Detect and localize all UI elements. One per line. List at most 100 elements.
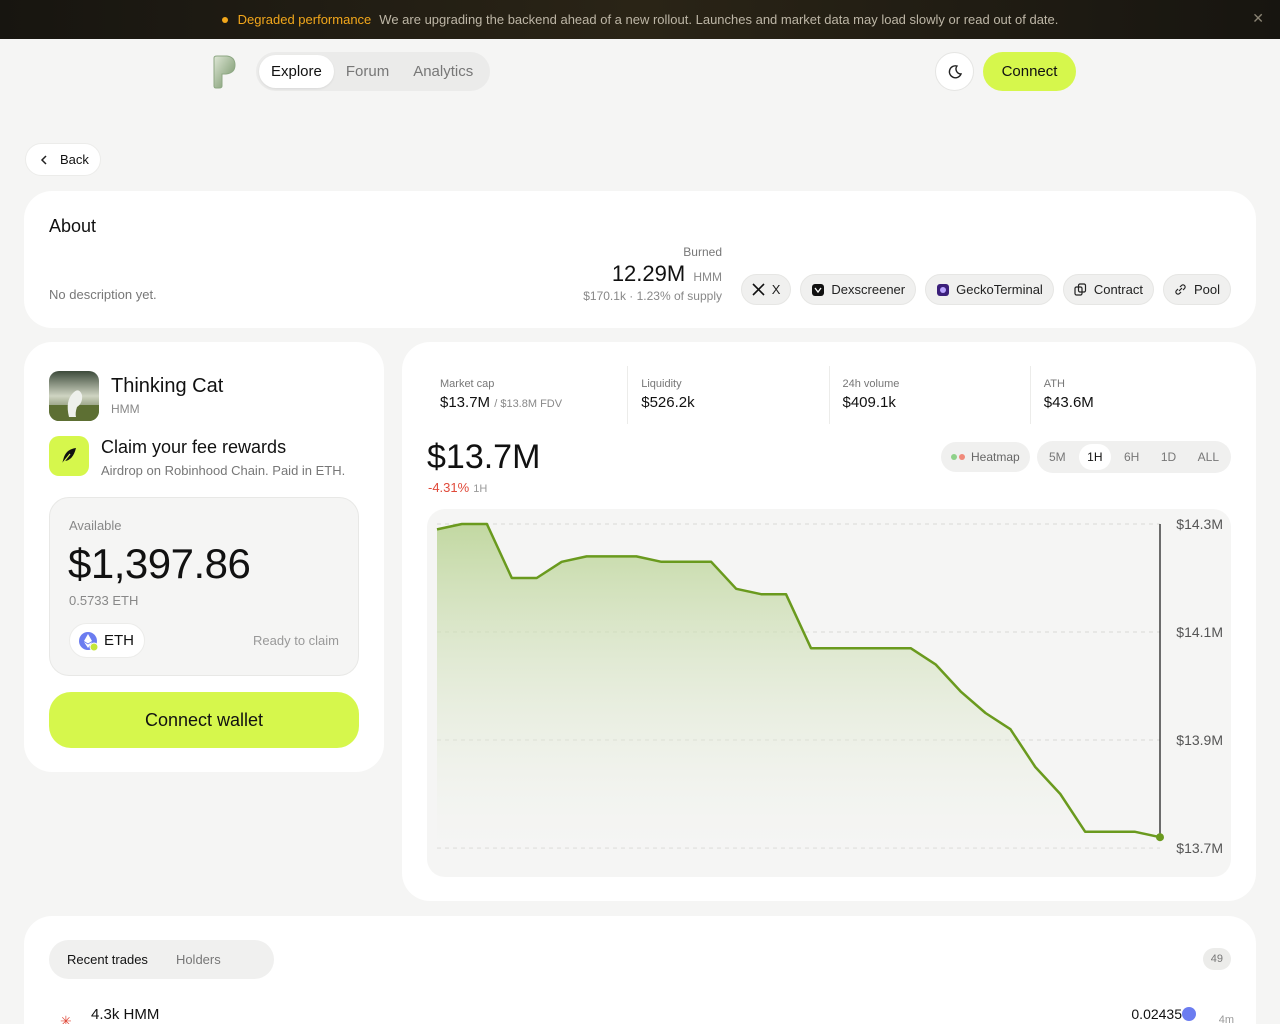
close-icon[interactable]: ✕ [1252,10,1264,27]
heatmap-label: Heatmap [971,450,1020,464]
stat-liquidity: Liquidity $526.2k [628,366,830,424]
burned-label: Burned [683,245,722,259]
x-link-label: X [771,282,781,297]
last-price-point [1156,833,1164,842]
pool-label: Pool [1193,282,1220,297]
contract-label: Contract [1093,282,1143,297]
burned-usd: $170.1k [583,289,626,303]
geckoterminal-label: GeckoTerminal [956,282,1043,297]
range-1d[interactable]: 1D [1153,444,1184,470]
stat-value: $526.2k [641,394,695,411]
geckoterminal-link[interactable]: GeckoTerminal [925,274,1054,305]
dexscreener-label: Dexscreener [831,282,906,297]
trade-time: 4m [1218,1014,1234,1024]
x-icon [752,283,766,297]
claim-title: Claim your fee rewards [101,437,287,457]
ready-status: Ready to claim [253,633,339,648]
link-chips: X Dexscreener GeckoTerminal Contract Poo… [740,274,1231,305]
price-change-value: -4.31% [428,480,470,495]
range-5m[interactable]: 5M [1041,444,1074,470]
token-card: Thinking Cat HMM Claim your fee rewards … [24,342,384,772]
asset-pill: ETH [69,623,145,658]
stat-market-cap: Market cap $13.7M / $13.8M FDV [427,366,629,424]
burned-stat: Burned 12.29M HMM $170.1k · 1.23% of sup… [583,245,722,303]
range-6h[interactable]: 6H [1116,444,1147,470]
stat-label: 24h volume [842,378,900,390]
stat-value: $13.7M [440,394,491,411]
stat-label: Liquidity [641,378,682,390]
fdv-value: / $13.8M FDV [494,398,563,410]
sell-icon: ✳ [60,1013,72,1024]
dexscreener-link[interactable]: Dexscreener [800,274,917,305]
tab-forum[interactable]: Forum [334,55,401,88]
theme-toggle-button[interactable] [935,52,974,91]
warning-dot-icon [221,16,228,23]
status-banner: Degraded performance We are upgrading th… [0,0,1280,39]
contract-link[interactable]: Contract [1062,274,1154,305]
y-tick-label: $13.7M [1176,840,1223,856]
tab-analytics[interactable]: Analytics [401,55,485,88]
main-nav: Explore Forum Analytics [256,52,490,91]
back-button[interactable]: Back [25,143,101,176]
heatmap-dot-green-icon [951,454,957,460]
pool-link[interactable]: Pool [1162,274,1231,305]
back-label: Back [60,152,89,167]
token-symbol: HMM [111,402,140,416]
current-price: $13.7M [427,438,541,476]
geckoterminal-icon [936,283,950,297]
trade-amount: 4.3k HMM [91,1006,160,1023]
burned-value: 12.29M [611,261,686,286]
price-chart[interactable]: $14.3M $14.1M $13.9M $13.7M [427,509,1231,877]
available-panel: Available $1,397.86 0.5733 ETH ETH Ready… [49,497,359,676]
burned-unit: HMM [693,270,722,284]
banner-title: Degraded performance [237,12,372,27]
copy-icon [1074,283,1088,297]
price-chart-svg: $14.3M $14.1M $13.9M $13.7M [436,516,1223,856]
token-name: Thinking Cat [111,375,224,397]
token-avatar [49,371,99,421]
connect-button[interactable]: Connect [983,52,1076,91]
chevron-left-icon [40,154,47,165]
burned-percent: 1.23% of supply [636,289,722,303]
trades-card: Recent trades Holders 49 ✳ 4.3k HMM 0.02… [24,916,1256,1024]
price-change: -4.31% 1H [428,480,487,495]
market-card: Market cap $13.7M / $13.8M FDV Liquidity… [402,342,1256,901]
about-title: About [49,216,97,236]
market-stats: Market cap $13.7M / $13.8M FDV Liquidity… [427,366,1231,424]
dexscreener-icon [811,283,825,297]
stat-ath: ATH $43.6M [1031,366,1231,424]
tab-holders[interactable]: Holders [162,944,235,975]
y-tick-label: $13.9M [1176,732,1223,748]
y-tick-label: $14.1M [1176,624,1223,640]
about-card: About No description yet. Burned 12.29M … [24,191,1256,328]
stat-label: Market cap [440,378,495,390]
link-icon [1174,283,1188,297]
tab-explore[interactable]: Explore [259,55,334,88]
moon-icon [948,64,962,78]
trades-tabs: Recent trades Holders [49,940,274,979]
range-1h[interactable]: 1H [1079,444,1111,470]
stat-label: ATH [1043,378,1065,390]
claim-subtitle: Airdrop on Robinhood Chain. Paid in ETH. [101,463,346,478]
connect-wallet-button[interactable]: Connect wallet [49,692,359,748]
app-logo[interactable] [210,54,238,90]
heatmap-toggle[interactable]: Heatmap [941,442,1030,472]
about-description: No description yet. [49,287,157,302]
banner-message: We are upgrading the backend ahead of a … [379,12,1059,27]
feather-icon [49,436,89,476]
eth-icon [79,631,98,651]
stat-volume: 24h volume $409.1k [830,366,1031,424]
range-all[interactable]: ALL [1190,444,1227,470]
trades-count: 49 [1202,948,1231,970]
tab-recent-trades[interactable]: Recent trades [53,944,162,975]
available-eth: 0.5733 ETH [69,593,139,608]
eth-icon [1182,1007,1196,1021]
available-amount: $1,397.86 [68,540,251,587]
x-link[interactable]: X [740,274,792,305]
asset-label: ETH [104,632,134,649]
range-selector: 5M 1H 6H 1D ALL [1037,441,1231,473]
stat-value: $409.1k [842,394,896,411]
y-tick-label: $14.3M [1176,516,1223,532]
available-label: Available [69,518,122,533]
price-change-period: 1H [473,483,488,495]
